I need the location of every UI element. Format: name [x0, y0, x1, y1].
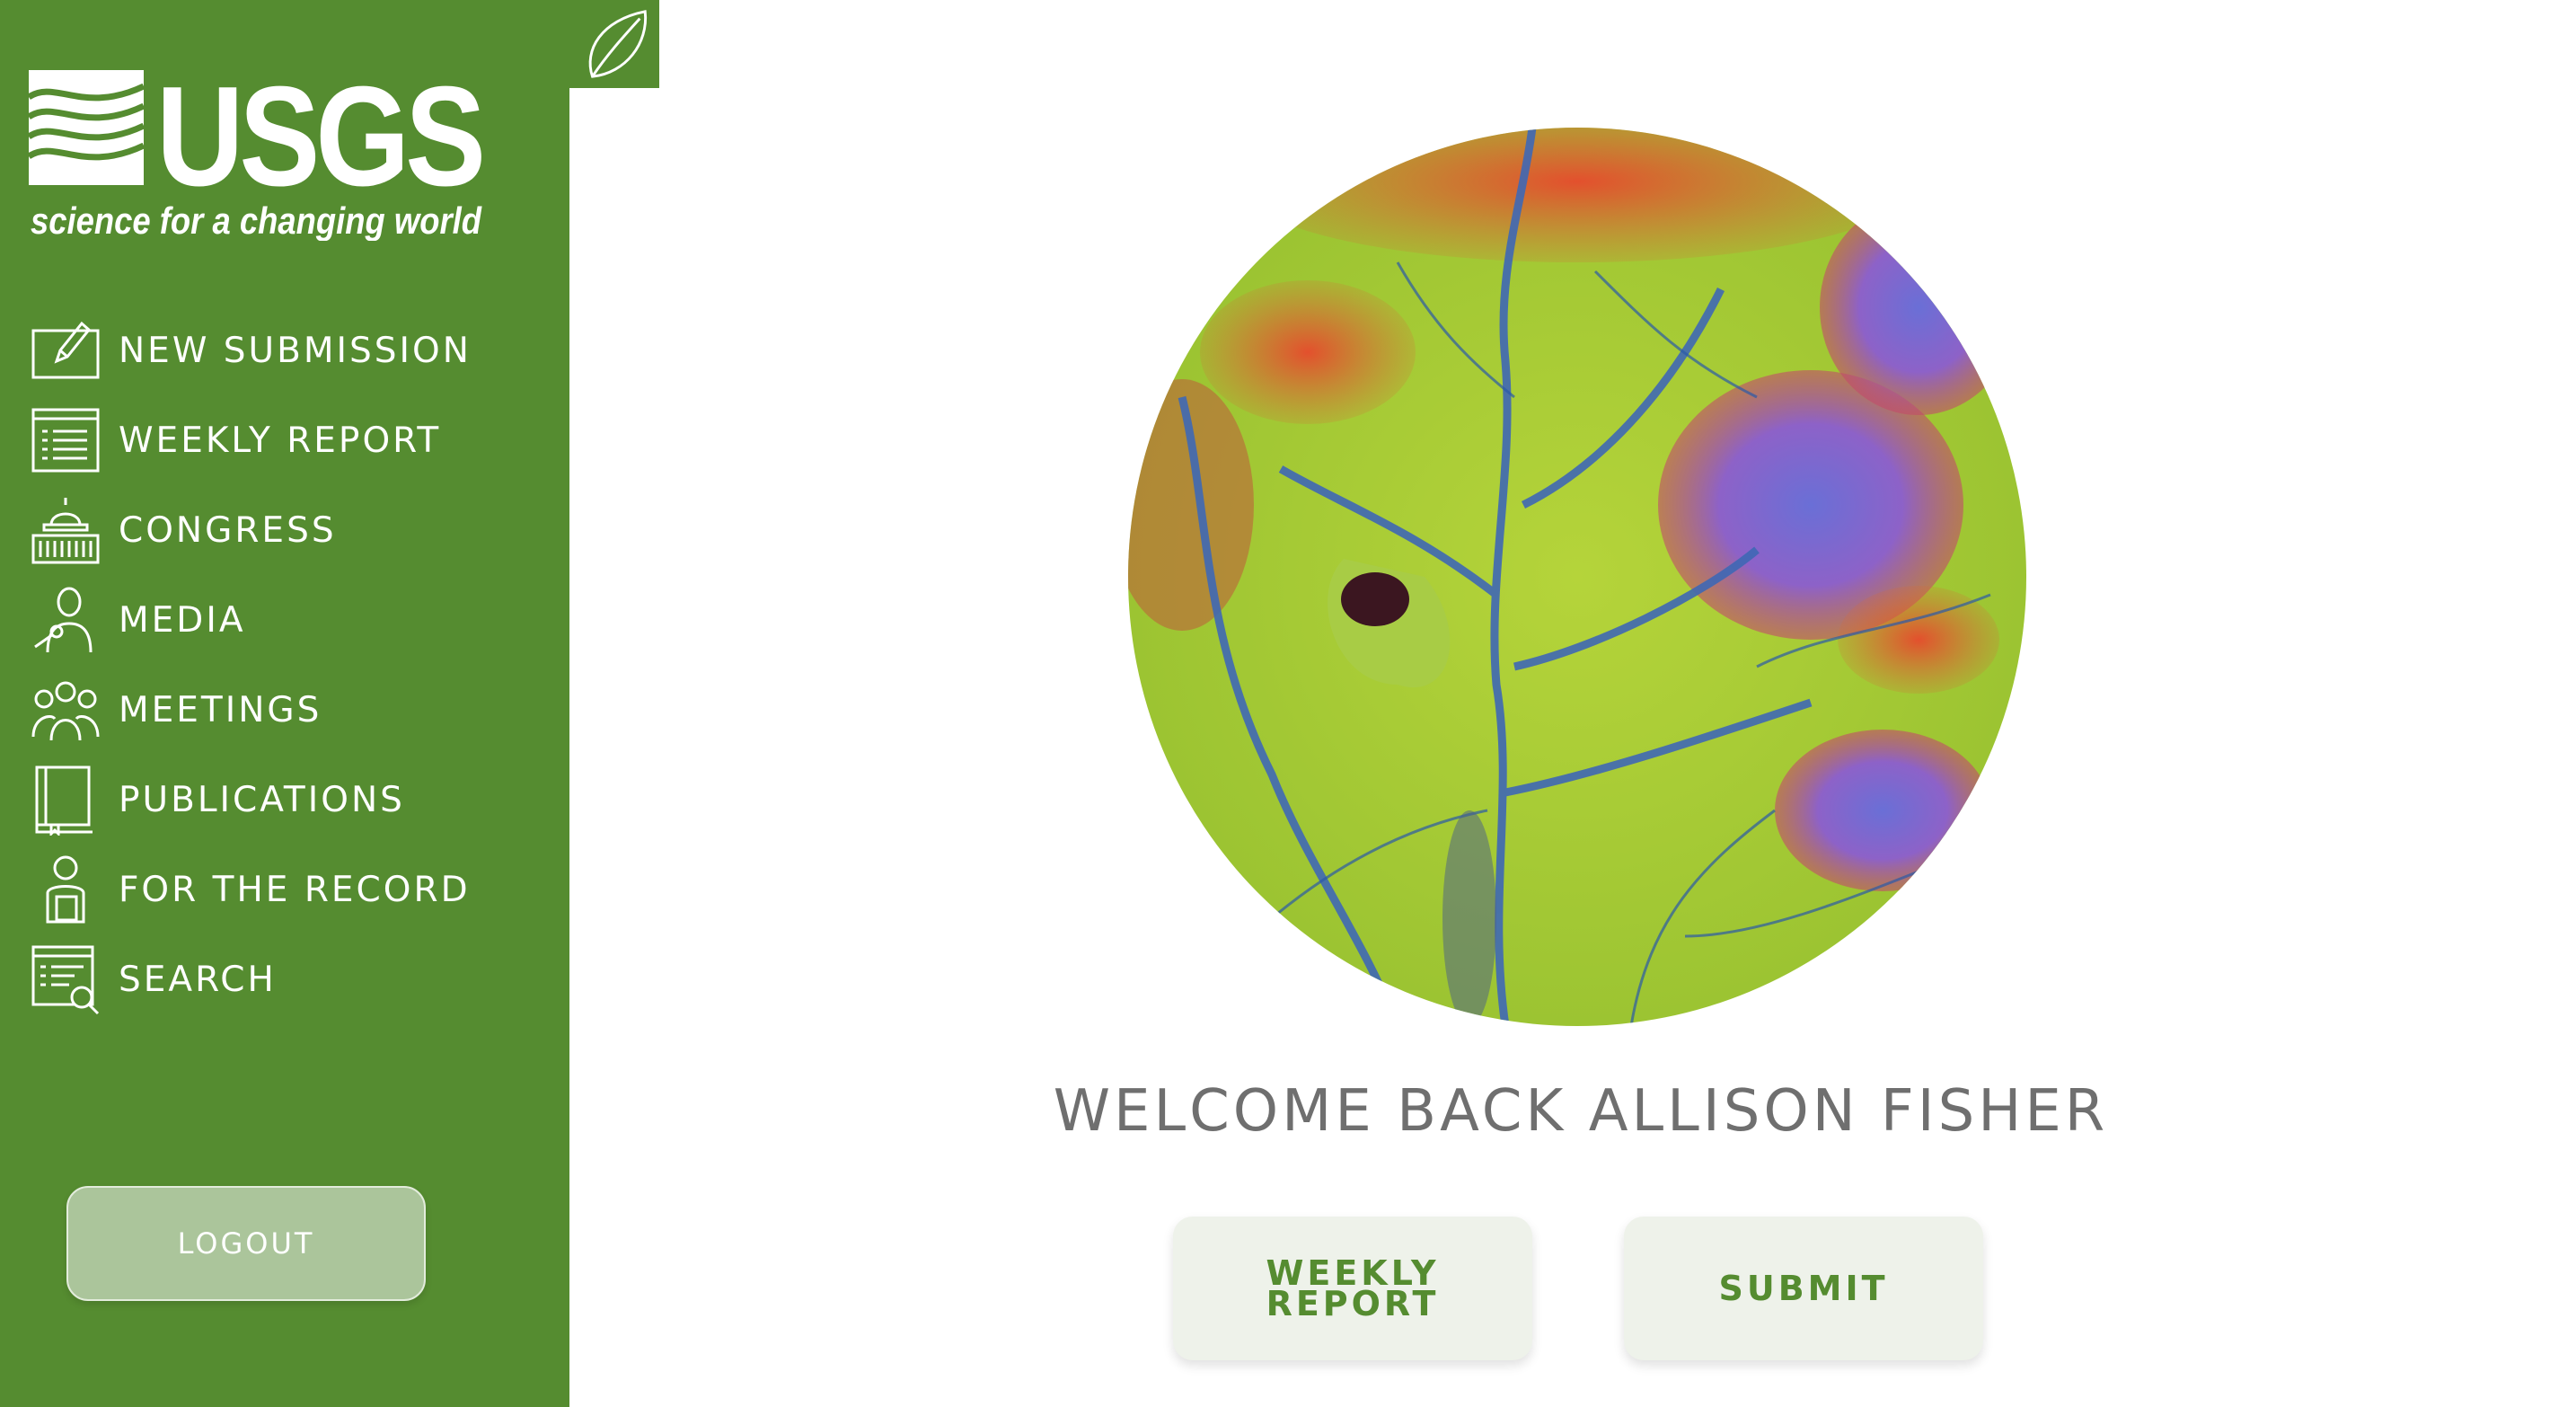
weekly-report-button-label: WEEKLY REPORT [1266, 1253, 1440, 1323]
submit-button[interactable]: SUBMIT [1624, 1217, 1983, 1360]
svg-text:USGS: USGS [156, 70, 482, 216]
sidebar-nav: NEW SUBMISSION WEEKLY REPORT CONGRESS ME… [29, 305, 559, 1024]
group-icon [29, 673, 102, 747]
usgs-logo[interactable]: USGS science for a changing world [29, 70, 487, 241]
sidebar-item-weekly-report[interactable]: WEEKLY REPORT [29, 395, 559, 485]
edit-icon [29, 314, 102, 387]
sidebar-item-search[interactable]: SEARCH [29, 934, 559, 1024]
sidebar-item-congress[interactable]: CONGRESS [29, 485, 559, 575]
logout-button[interactable]: LOGOUT [66, 1186, 426, 1301]
sidebar-item-label: MEETINGS [119, 689, 322, 730]
svg-text:science for a changing world: science for a changing world [31, 199, 482, 241]
sidebar-item-meetings[interactable]: MEETINGS [29, 665, 559, 755]
capitol-icon [29, 493, 102, 567]
weekly-report-button[interactable]: WEEKLY REPORT [1173, 1217, 1532, 1360]
leaf-tab[interactable] [569, 0, 659, 88]
sidebar-item-media[interactable]: MEDIA [29, 575, 559, 665]
welcome-message: WELCOME BACK ALLISON FISHER [1053, 1078, 2109, 1145]
satellite-image [1128, 128, 2026, 1026]
sidebar-item-label: NEW SUBMISSION [119, 330, 472, 371]
sidebar-item-label: MEDIA [119, 599, 246, 641]
book-icon [29, 763, 102, 836]
satellite-image-graphic [1128, 128, 2026, 1026]
sidebar: USGS science for a changing world NEW SU… [0, 0, 569, 1407]
report-list-icon [29, 403, 102, 477]
sidebar-item-label: PUBLICATIONS [119, 779, 405, 820]
submit-button-label: SUBMIT [1718, 1269, 1889, 1308]
sidebar-item-label: WEEKLY REPORT [119, 420, 442, 461]
sidebar-item-publications[interactable]: PUBLICATIONS [29, 755, 559, 845]
sidebar-item-label: CONGRESS [119, 509, 337, 551]
sidebar-item-label: SEARCH [119, 959, 277, 1000]
person-microphone-icon [29, 583, 102, 657]
person-record-icon [29, 853, 102, 926]
sidebar-item-for-the-record[interactable]: FOR THE RECORD [29, 845, 559, 934]
document-search-icon [29, 942, 102, 1016]
leaf-icon [588, 10, 648, 78]
sidebar-item-new-submission[interactable]: NEW SUBMISSION [29, 305, 559, 395]
sidebar-item-label: FOR THE RECORD [119, 869, 471, 910]
